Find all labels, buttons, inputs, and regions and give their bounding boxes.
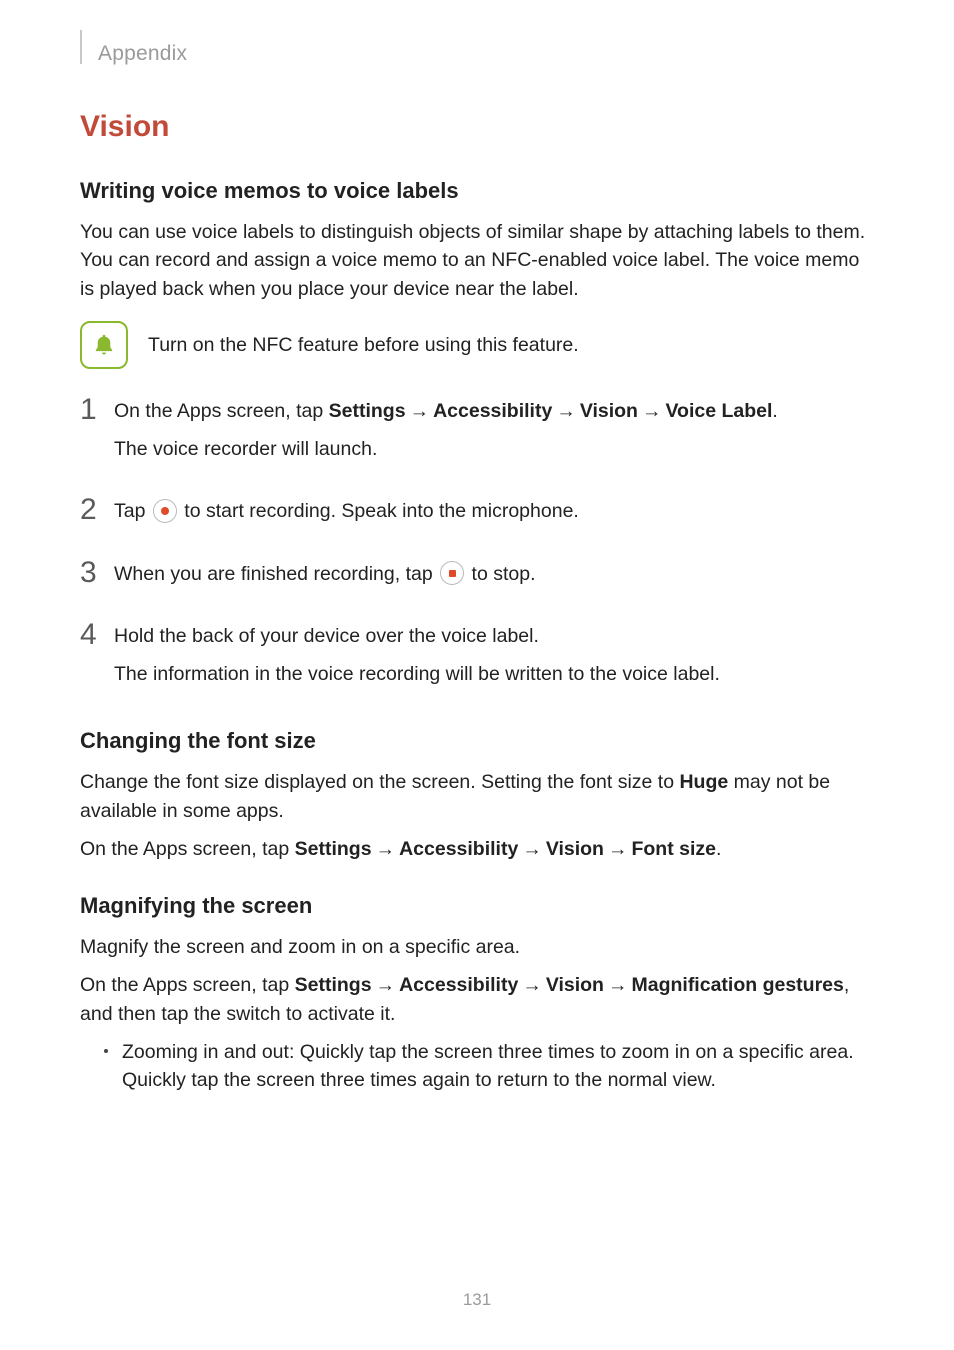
- bullet-icon: [104, 1049, 108, 1053]
- note-text: Turn on the NFC feature before using thi…: [148, 331, 579, 359]
- font-size-p2: On the Apps screen, tap Settings→Accessi…: [80, 835, 874, 863]
- heading-font-size: Changing the font size: [80, 728, 874, 754]
- path-vision: Vision: [546, 974, 604, 996]
- note-icon-frame: [80, 321, 128, 369]
- note-callout: Turn on the NFC feature before using thi…: [80, 321, 874, 369]
- font-size-p1: Change the font size displayed on the sc…: [80, 768, 874, 825]
- magnify-p1: Magnify the screen and zoom in on a spec…: [80, 933, 874, 961]
- path-accessibility: Accessibility: [433, 400, 552, 422]
- path-vision: Vision: [580, 400, 638, 422]
- bell-icon: [91, 332, 117, 358]
- arrow-icon: →: [604, 838, 632, 860]
- bullet-list: Zooming in and out: Quickly tap the scre…: [104, 1038, 874, 1095]
- list-item: Zooming in and out: Quickly tap the scre…: [104, 1038, 874, 1095]
- heading-voice-labels: Writing voice memos to voice labels: [80, 178, 874, 204]
- step-number: 2: [80, 493, 114, 526]
- step-1-line-1: On the Apps screen, tap Settings→Accessi…: [114, 397, 874, 425]
- record-icon: [153, 499, 177, 523]
- path-accessibility: Accessibility: [399, 974, 518, 996]
- step-number: 4: [80, 618, 114, 651]
- text: Change the font size displayed on the sc…: [80, 771, 679, 793]
- step-3: 3 When you are finished recording, tap t…: [80, 556, 874, 598]
- step-number: 3: [80, 556, 114, 589]
- step-3-line: When you are finished recording, tap to …: [114, 560, 874, 588]
- arrow-icon: →: [638, 400, 666, 422]
- path-accessibility: Accessibility: [399, 838, 518, 860]
- path-settings: Settings: [329, 400, 406, 422]
- header-rule: [80, 30, 82, 64]
- arrow-icon: →: [406, 400, 434, 422]
- text: to start recording. Speak into the micro…: [179, 500, 579, 522]
- arrow-icon: →: [552, 400, 580, 422]
- page-number: 131: [0, 1290, 954, 1310]
- step-4-line-2: The information in the voice recording w…: [114, 660, 874, 688]
- step-number: 1: [80, 393, 114, 426]
- path-settings: Settings: [295, 838, 372, 860]
- stop-icon: [440, 561, 464, 585]
- path-font-size: Font size: [631, 838, 716, 860]
- text: .: [716, 838, 721, 860]
- step-2-line: Tap to start recording. Speak into the m…: [114, 497, 874, 525]
- intro-paragraph: You can use voice labels to distinguish …: [80, 218, 874, 303]
- step-4: 4 Hold the back of your device over the …: [80, 618, 874, 699]
- page-header: Appendix: [80, 30, 874, 66]
- arrow-icon: →: [518, 974, 546, 996]
- arrow-icon: →: [372, 974, 400, 996]
- path-magnification-gestures: Magnification gestures: [631, 974, 843, 996]
- step-1-line-2: The voice recorder will launch.: [114, 435, 874, 463]
- bullet-text: Zooming in and out: Quickly tap the scre…: [122, 1038, 874, 1095]
- step-4-line-1: Hold the back of your device over the vo…: [114, 622, 874, 650]
- path-settings: Settings: [295, 974, 372, 996]
- step-2: 2 Tap to start recording. Speak into the…: [80, 493, 874, 535]
- arrow-icon: →: [604, 974, 632, 996]
- step-1: 1 On the Apps screen, tap Settings→Acces…: [80, 393, 874, 474]
- text: .: [772, 400, 777, 422]
- heading-magnifying: Magnifying the screen: [80, 893, 874, 919]
- arrow-icon: →: [518, 838, 546, 860]
- page-title: Vision: [80, 110, 874, 144]
- text: to stop.: [466, 563, 535, 585]
- text: When you are finished recording, tap: [114, 563, 438, 585]
- text: On the Apps screen, tap: [114, 400, 329, 422]
- magnify-p2: On the Apps screen, tap Settings→Accessi…: [80, 971, 874, 1028]
- text: On the Apps screen, tap: [80, 838, 295, 860]
- arrow-icon: →: [372, 838, 400, 860]
- bold-huge: Huge: [679, 771, 728, 793]
- text: On the Apps screen, tap: [80, 974, 295, 996]
- path-vision: Vision: [546, 838, 604, 860]
- section-name: Appendix: [98, 42, 187, 66]
- steps-list: 1 On the Apps screen, tap Settings→Acces…: [80, 393, 874, 699]
- path-voice-label: Voice Label: [665, 400, 772, 422]
- text: Tap: [114, 500, 151, 522]
